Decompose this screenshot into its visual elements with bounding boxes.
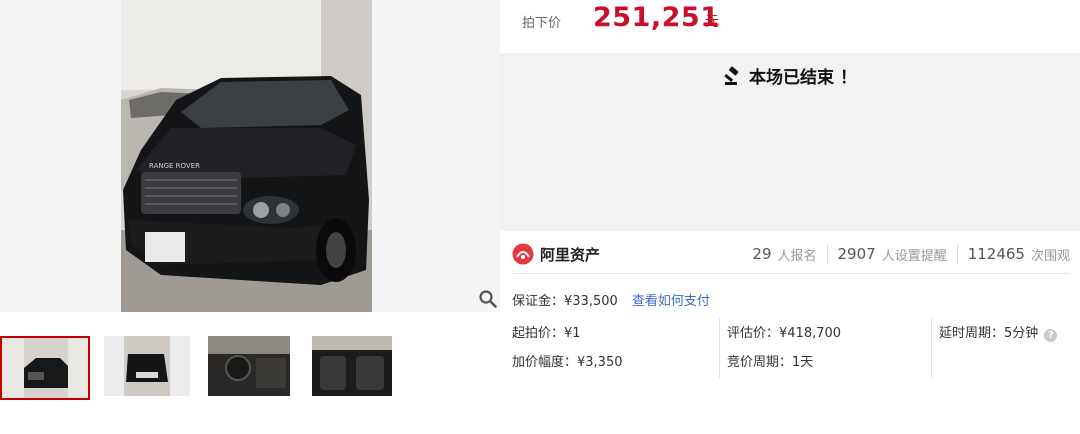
ali-assets-logo-icon	[512, 243, 534, 265]
final-price-label: 拍下价	[522, 16, 562, 31]
auction-ended-text: 本场已结束 ！	[749, 68, 857, 88]
terms-column-2: 评估价：¥418,700 竞价周期：1天	[719, 318, 931, 378]
svg-text:RANGE ROVER: RANGE ROVER	[149, 162, 200, 170]
reminder-label: 人设置提醒	[881, 248, 947, 264]
delay-cycle-item: 延时周期：5分钟?	[939, 322, 1058, 342]
deposit-amount: 保证金：¥33,500	[512, 294, 618, 309]
brand-name: 阿里资产	[540, 246, 601, 264]
auction-status-box: 本场已结束 ！	[500, 53, 1080, 231]
zoom-button[interactable]	[476, 287, 500, 311]
thumbnail-strip	[0, 336, 500, 400]
main-photo[interactable]: RANGE ROVER	[121, 0, 372, 312]
bid-cycle: 竞价周期：1天	[727, 355, 814, 370]
final-price-value: 251,251	[593, 2, 720, 33]
main-photo-area: RANGE ROVER	[0, 0, 500, 312]
thumbnail-2[interactable]	[104, 336, 190, 396]
thumbnail-2-image	[104, 336, 190, 396]
deposit-row: 保证金：¥33,500 查看如何支付	[512, 290, 710, 309]
thumbnail-3-image	[208, 336, 290, 396]
start-price: 起拍价：¥1	[512, 326, 581, 341]
thumbnail-4[interactable]	[312, 336, 392, 396]
thumbnail-4-image	[312, 336, 392, 396]
auction-terms-grid: 起拍价：¥1 加价幅度：¥3,350 评估价：¥418,700 竞价周期：1天 …	[512, 318, 1070, 378]
stat-divider	[826, 244, 828, 264]
terms-column-1: 起拍价：¥1 加价幅度：¥3,350	[512, 318, 719, 378]
terms-column-3: 延时周期：5分钟?	[931, 318, 1070, 378]
view-count: 112465	[967, 245, 1025, 263]
thumbnail-1-image	[2, 338, 88, 398]
thumbnail-1[interactable]	[0, 336, 90, 400]
signup-count: 29	[752, 245, 772, 263]
thumbnail-3[interactable]	[208, 336, 290, 396]
car-photo-illustration: RANGE ROVER	[121, 0, 372, 312]
how-to-pay-link[interactable]: 查看如何支付	[632, 294, 710, 309]
delay-cycle: 延时周期：5分钟	[939, 326, 1039, 341]
auction-stats: 29 人报名 2907 人设置提醒 112465 次围观	[752, 244, 1070, 264]
signup-label: 人报名	[777, 248, 817, 264]
auction-info-panel: 拍下价 251,251 元 本场已结束 ！ 阿里资产 29 人报名 2907 人…	[500, 0, 1080, 434]
brand-stats-row: 阿里资产 29 人报名 2907 人设置提醒 112465 次围观	[512, 240, 1070, 274]
reminder-count: 2907	[837, 245, 876, 263]
final-price-unit: 元	[705, 14, 719, 30]
final-price-row: 拍下价 251,251 元	[500, 0, 1080, 46]
bid-increment: 加价幅度：¥3,350	[512, 355, 623, 370]
help-icon[interactable]: ?	[1044, 329, 1058, 342]
stat-divider	[956, 244, 958, 264]
view-label: 次围观	[1030, 248, 1070, 264]
gavel-icon	[724, 66, 739, 85]
image-gallery: RANGE ROVER	[0, 0, 500, 434]
magnifier-icon	[479, 290, 497, 308]
appraisal-price: 评估价：¥418,700	[727, 326, 842, 341]
